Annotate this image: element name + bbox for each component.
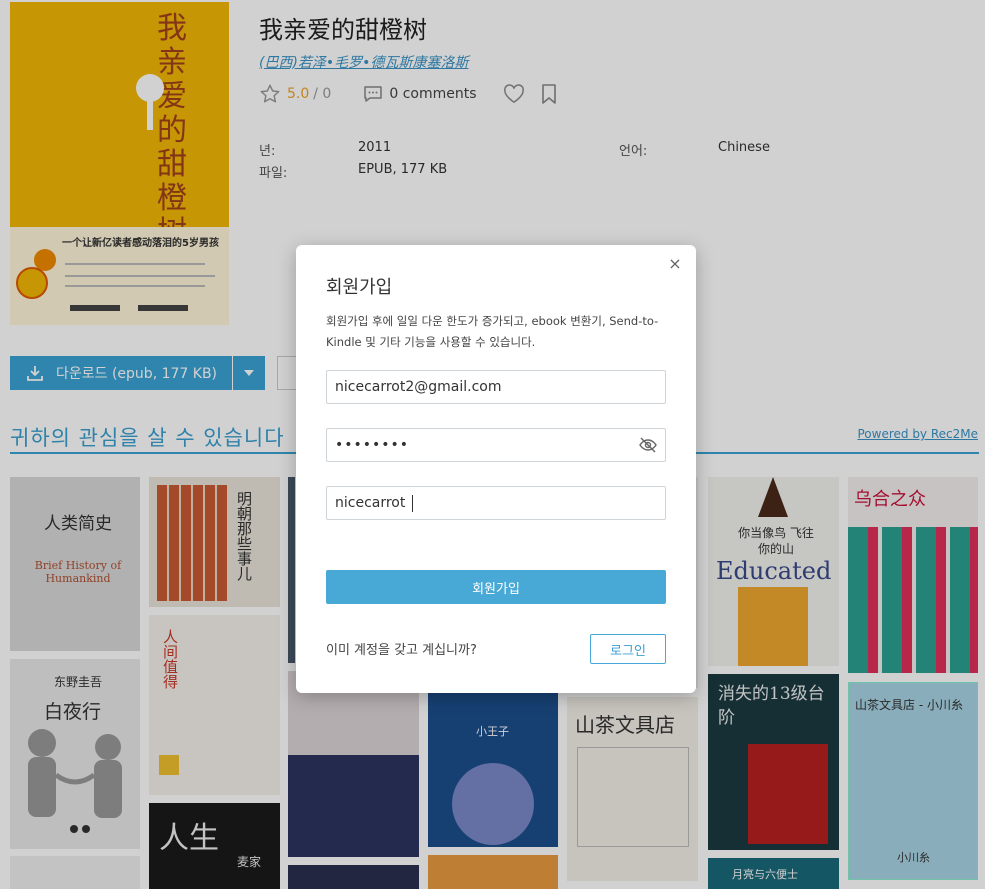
eye-off-icon[interactable] bbox=[639, 437, 657, 453]
password-field[interactable] bbox=[326, 428, 666, 462]
signup-modal: × 회원가입 회원가입 후에 일일 다운 한도가 증가되고, ebook 변환기… bbox=[296, 245, 696, 693]
have-account-text: 이미 계정을 갖고 계십니까? bbox=[326, 643, 477, 658]
text-cursor bbox=[412, 495, 413, 512]
email-input[interactable] bbox=[327, 371, 665, 403]
login-button[interactable]: 로그인 bbox=[590, 634, 666, 664]
email-field[interactable] bbox=[326, 370, 666, 404]
name-field[interactable] bbox=[326, 486, 666, 520]
close-icon[interactable]: × bbox=[668, 256, 682, 272]
name-input[interactable] bbox=[327, 487, 665, 519]
password-input[interactable] bbox=[327, 429, 665, 461]
modal-description: 회원가입 후에 일일 다운 한도가 증가되고, ebook 변환기, Send-… bbox=[326, 314, 659, 349]
modal-title: 회원가입 bbox=[326, 277, 393, 298]
signup-button[interactable]: 회원가입 bbox=[326, 570, 666, 604]
